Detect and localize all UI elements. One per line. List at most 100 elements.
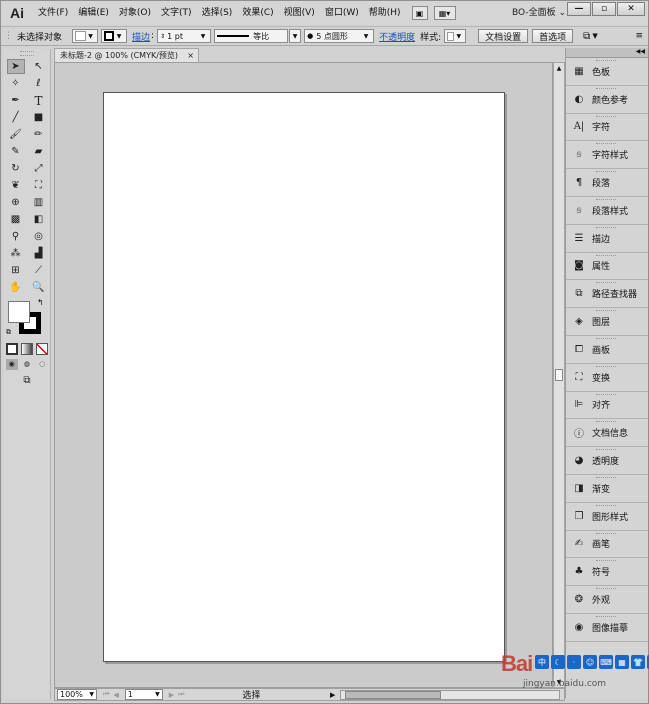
minimize-button[interactable]: — <box>567 2 591 16</box>
swap-fill-stroke-icon[interactable]: ↰ <box>37 298 44 307</box>
graph-icon[interactable]: ▟ <box>30 246 48 261</box>
canvas-area[interactable] <box>54 62 553 688</box>
panel-artboards[interactable]: ⧠ 画板 <box>566 336 648 364</box>
opacity-panel-link[interactable]: 不透明度 <box>379 30 415 43</box>
scroll-up-icon[interactable]: ▲ <box>554 63 564 73</box>
eyedropper-icon[interactable]: ⚲ <box>7 229 25 244</box>
maximize-button[interactable]: ▫ <box>592 2 616 16</box>
next-page-icon[interactable]: ▶ <box>169 691 174 699</box>
horizontal-scrollbar[interactable] <box>340 690 560 700</box>
menu-object[interactable]: 对象(O) <box>114 3 156 23</box>
prev-page-icon[interactable]: ◀ <box>113 691 118 699</box>
magic-wand-icon[interactable]: ✧ <box>7 76 25 91</box>
workspace-switcher[interactable]: BO-全面板 ⌄ <box>512 5 566 18</box>
lasso-icon[interactable]: ℓ <box>30 76 48 91</box>
warp-icon[interactable]: ❦ <box>7 178 25 193</box>
zoom-field[interactable]: 100% ▼ <box>57 689 97 700</box>
panel-pathfinder[interactable]: ⧉ 路径查找器 <box>566 280 648 309</box>
stroke-panel-link[interactable]: 描边 <box>132 30 150 43</box>
rotate-icon[interactable]: ↻ <box>7 161 25 176</box>
close-button[interactable]: ✕ <box>617 2 645 16</box>
hand-icon[interactable]: ✋ <box>7 280 25 295</box>
none-mode-icon[interactable] <box>36 343 49 355</box>
fill-swatch[interactable]: ▼ <box>72 29 99 43</box>
rectangle-icon[interactable]: ■ <box>30 110 48 125</box>
perspective-icon[interactable]: ▥ <box>30 195 48 210</box>
menu-help[interactable]: 帮助(H) <box>364 3 406 23</box>
first-page-icon[interactable]: ⏮ <box>103 690 109 699</box>
paintbrush-icon[interactable]: 🖌 <box>7 127 25 142</box>
draw-normal-icon[interactable]: ◉ <box>5 358 18 370</box>
stroke-swatch[interactable]: ▼ <box>101 29 128 43</box>
pencil-icon[interactable]: ✏ <box>30 127 48 142</box>
panel-character[interactable]: A| 字符 <box>566 114 648 142</box>
preferences-button[interactable]: 首选项 <box>532 29 574 43</box>
gradient-mode-icon[interactable] <box>20 343 33 355</box>
panel-grip[interactable] <box>20 51 34 56</box>
pen-icon[interactable]: ✒ <box>7 93 25 108</box>
panel-transform[interactable]: ⛶ 变换 <box>566 364 648 392</box>
shape-builder-icon[interactable]: ⊕ <box>7 195 25 210</box>
horizontal-scroll-thumb[interactable] <box>345 691 441 699</box>
scale-icon[interactable]: ⤢ <box>30 161 48 176</box>
line-icon[interactable]: ╱ <box>7 110 25 125</box>
panel-menu-icon[interactable]: ≡ <box>635 31 643 41</box>
chevron-down-icon[interactable]: ▼ <box>592 32 597 40</box>
default-colors-icon[interactable]: ⧉ <box>6 328 11 337</box>
panel-document-info[interactable]: ⓘ 文档信息 <box>566 419 648 448</box>
arrange-icon[interactable]: ⧉ <box>583 31 590 42</box>
last-page-icon[interactable]: ⏭ <box>178 690 184 699</box>
gradient-icon[interactable]: ◧ <box>30 212 48 227</box>
panel-align[interactable]: ⊫ 对齐 <box>566 392 648 420</box>
menu-edit[interactable]: 编辑(E) <box>73 3 114 23</box>
menu-select[interactable]: 选择(S) <box>197 3 238 23</box>
menu-file[interactable]: 文件(F) <box>33 3 73 23</box>
stroke-weight-field[interactable]: ⇕ 1 pt ▼ <box>157 29 212 43</box>
panel-paragraph-styles[interactable]: ꞩ 段落样式 <box>566 197 648 225</box>
status-menu-icon[interactable]: ▶ <box>330 691 335 699</box>
brush-definition[interactable]: ● 5 点圆形 ▼ <box>304 29 375 43</box>
variable-width-profile[interactable]: 等比 <box>214 29 289 43</box>
panel-swatches[interactable]: ▦ 色板 <box>566 58 648 86</box>
zoom-icon[interactable]: 🔍 <box>30 280 48 295</box>
panel-brushes[interactable]: ✍ 画笔 <box>566 531 648 559</box>
symbol-sprayer-icon[interactable]: ⁂ <box>7 246 25 261</box>
artboard[interactable] <box>103 92 505 662</box>
color-mode-icon[interactable] <box>5 343 18 355</box>
bridge-button[interactable]: ▣ <box>411 6 428 20</box>
vertical-scroll-thumb[interactable] <box>555 369 563 381</box>
menu-window[interactable]: 窗口(W) <box>320 3 364 23</box>
panel-image-trace[interactable]: ◉ 图像描摹 <box>566 614 648 642</box>
panel-attributes[interactable]: ◙ 属性 <box>566 253 648 281</box>
panel-character-styles[interactable]: ꞩ 字符样式 <box>566 141 648 170</box>
panel-stroke[interactable]: ☰ 描边 <box>566 225 648 253</box>
direct-select-icon[interactable]: ↖ <box>30 59 48 74</box>
free-transform-icon[interactable]: ⛶ <box>30 178 48 193</box>
scroll-down-icon[interactable]: ▼ <box>554 677 564 687</box>
dock-collapse-icon[interactable]: ◀◀ <box>566 48 648 58</box>
panel-transparency[interactable]: ◕ 透明度 <box>566 447 648 475</box>
draw-behind-icon[interactable]: ◍ <box>21 359 33 370</box>
mesh-icon[interactable]: ▩ <box>7 212 25 227</box>
panel-gradient[interactable]: ◨ 渐变 <box>566 475 648 503</box>
screen-mode-icon[interactable]: ⧉ <box>18 373 36 388</box>
document-setup-button[interactable]: 文档设置 <box>478 29 529 43</box>
type-icon[interactable]: T <box>30 93 48 108</box>
vertical-scrollbar[interactable]: ▲ ▼ <box>553 62 565 688</box>
profile-dropdown[interactable]: ▼ <box>289 29 302 43</box>
slice-icon[interactable]: ⟋ <box>30 263 48 278</box>
panel-graphic-styles[interactable]: ❐ 图形样式 <box>566 503 648 531</box>
arrange-documents-button[interactable]: ▦▾ <box>433 6 456 20</box>
close-icon[interactable]: × <box>187 51 194 60</box>
eraser-icon[interactable]: ▰ <box>30 144 48 159</box>
fill-color-box[interactable] <box>8 301 30 323</box>
panel-color-guide[interactable]: ◐ 颜色参考 <box>566 86 648 114</box>
draw-inside-icon[interactable]: ◌ <box>36 359 48 370</box>
arrow-icon[interactable]: ➤ <box>6 59 25 74</box>
document-tab[interactable]: 未标题-2 @ 100% (CMYK/预览) × <box>54 48 199 62</box>
artboard-icon[interactable]: ⊞ <box>7 263 25 278</box>
page-field[interactable]: 1 ▼ <box>124 689 163 700</box>
blob-brush-icon[interactable]: ✎ <box>7 144 25 159</box>
panel-symbols[interactable]: ♣ 符号 <box>566 558 648 587</box>
menu-view[interactable]: 视图(V) <box>279 3 320 23</box>
